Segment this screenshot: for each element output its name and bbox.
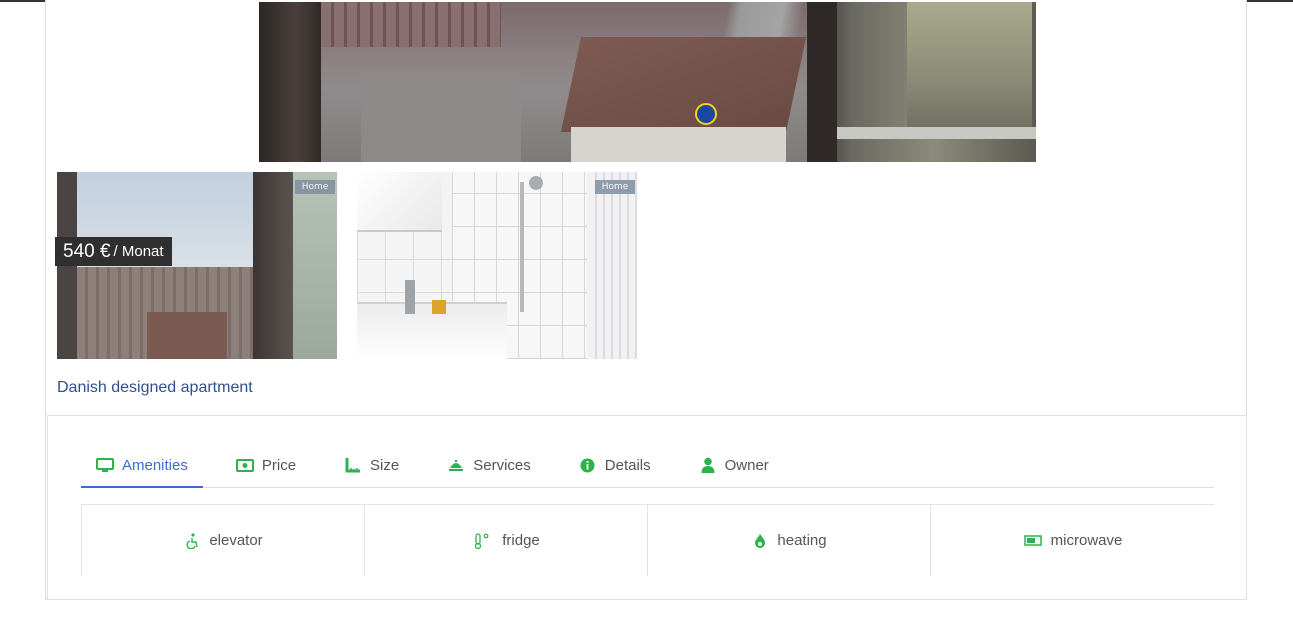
thumbnail-photo-bathroom[interactable]: Home (357, 172, 637, 359)
tab-label: Details (604, 456, 651, 474)
watermark-logo: Home (295, 180, 335, 194)
tab-price[interactable]: Price (221, 444, 311, 486)
user-icon (699, 457, 717, 473)
amenity-elevator: elevator (81, 505, 364, 576)
flame-icon (751, 533, 769, 549)
amenity-label: elevator (209, 532, 263, 549)
listing-title[interactable]: Danish designed apartment (57, 379, 253, 397)
tab-label: Price (261, 456, 297, 474)
amenity-heating: heating (647, 505, 930, 576)
details-panel: Amenities Price Size Services Details Ow… (47, 415, 1247, 600)
tab-amenities[interactable]: Amenities (81, 444, 203, 488)
tab-details[interactable]: Details (564, 444, 666, 486)
tab-label: Owner (724, 456, 769, 474)
amenity-label: heating (777, 532, 827, 549)
store-logo (695, 103, 717, 125)
mirror (357, 172, 442, 232)
amenities-list: elevator fridge heating microwave (81, 504, 1214, 576)
tab-label: Amenities (122, 456, 188, 474)
price-amount: 540 € (63, 240, 111, 262)
tab-label: Services (473, 456, 531, 474)
tab-label: Size (370, 456, 400, 474)
amenity-label: microwave (1050, 532, 1123, 549)
ruler-icon (344, 457, 362, 473)
money-icon (235, 457, 254, 473)
shower-head (529, 176, 543, 190)
price-badge: 540 € / Monat (55, 237, 172, 266)
tab-size[interactable]: Size (329, 444, 414, 486)
amenity-microwave: microwave (930, 505, 1214, 576)
hero-photo[interactable] (259, 2, 1036, 162)
amenity-fridge: fridge (364, 505, 647, 576)
tab-bar: Amenities Price Size Services Details Ow… (81, 444, 1214, 488)
window-frame (259, 2, 321, 162)
monitor-icon (96, 457, 114, 473)
watermark-logo: Home (595, 180, 635, 194)
info-icon (579, 457, 597, 473)
tab-services[interactable]: Services (432, 444, 546, 486)
accessibility-icon (183, 532, 201, 549)
photo-scene (321, 2, 811, 162)
thermometer-icon (472, 532, 494, 549)
shower-curtain (589, 172, 637, 359)
tab-owner[interactable]: Owner (684, 444, 784, 486)
window-frame (807, 2, 1036, 162)
microwave-icon (1023, 533, 1043, 549)
amenity-label: fridge (502, 532, 540, 549)
price-period: / Monat (113, 243, 164, 260)
bell-icon (447, 457, 465, 473)
